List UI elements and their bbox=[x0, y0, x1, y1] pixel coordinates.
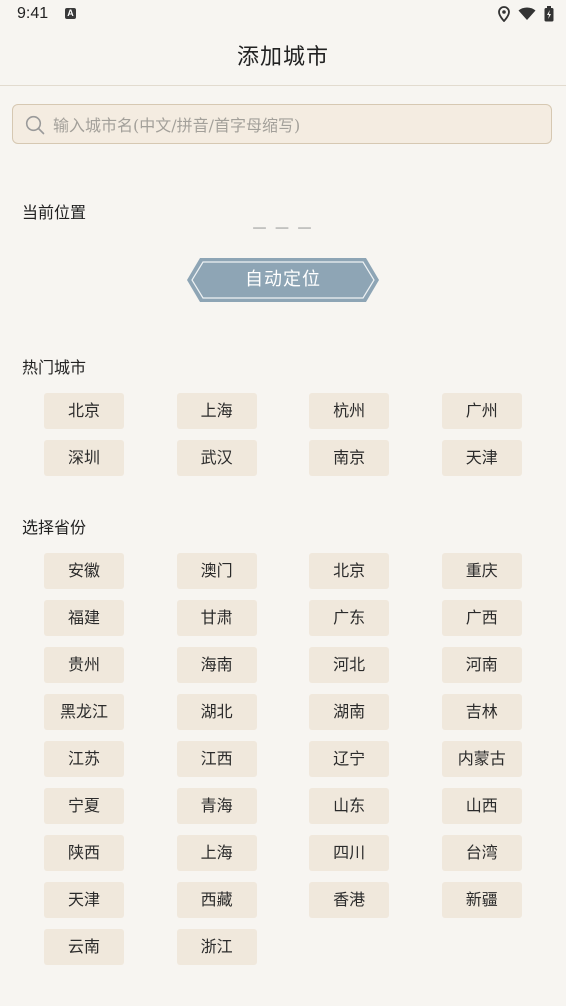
hot-city-chip[interactable]: 广州 bbox=[441, 393, 522, 429]
page-title: 添加城市 bbox=[236, 45, 329, 70]
province-chip[interactable]: 贵州 bbox=[44, 647, 124, 683]
province-chip[interactable]: 内蒙古 bbox=[441, 741, 522, 777]
province-chip[interactable]: 河南 bbox=[441, 647, 522, 683]
hot-city-chip[interactable]: 天津 bbox=[441, 440, 522, 476]
province-chip[interactable]: 山东 bbox=[309, 788, 390, 824]
province-chip[interactable]: 海南 bbox=[176, 647, 257, 683]
province-chip[interactable]: 湖北 bbox=[176, 694, 257, 730]
search-icon bbox=[25, 115, 45, 139]
province-chip[interactable]: 台湾 bbox=[441, 835, 522, 871]
hot-city-chip[interactable]: 武汉 bbox=[176, 440, 257, 476]
auto-locate-label: 自动定位 bbox=[245, 269, 321, 290]
province-chip[interactable]: 安徽 bbox=[44, 553, 124, 589]
auto-locate-button[interactable]: 自动定位 bbox=[186, 257, 380, 303]
province-chip[interactable]: 广西 bbox=[441, 600, 522, 636]
province-chip[interactable]: 甘肃 bbox=[176, 600, 257, 636]
status-bar: 9:41 A bbox=[0, 0, 566, 30]
province-chip[interactable]: 黑龙江 bbox=[44, 694, 124, 730]
province-chip[interactable]: 北京 bbox=[309, 553, 390, 589]
province-chip[interactable]: 辽宁 bbox=[309, 741, 390, 777]
province-chip[interactable]: 澳门 bbox=[176, 553, 257, 589]
province-chip[interactable]: 浙江 bbox=[176, 929, 257, 965]
hot-cities-grid: 北京 上海 杭州 广州深圳 武汉 南京 天津 bbox=[44, 393, 522, 476]
province-chip[interactable]: 新疆 bbox=[441, 882, 522, 918]
province-chip[interactable]: 山西 bbox=[441, 788, 522, 824]
search-input[interactable] bbox=[51, 105, 545, 145]
province-chip[interactable]: 天津 bbox=[44, 882, 124, 918]
hot-cities-title: 热门城市 bbox=[22, 358, 87, 377]
province-chip[interactable]: 云南 bbox=[44, 929, 124, 965]
hot-city-chip[interactable]: 杭州 bbox=[309, 393, 390, 429]
province-chip[interactable]: 重庆 bbox=[441, 553, 522, 589]
province-chip[interactable]: 湖南 bbox=[309, 694, 390, 730]
province-chip[interactable]: 吉林 bbox=[441, 694, 522, 730]
hot-city-chip[interactable]: 上海 bbox=[176, 393, 257, 429]
hot-city-chip[interactable]: 北京 bbox=[44, 393, 124, 429]
status-icons bbox=[498, 6, 554, 22]
province-chip[interactable]: 福建 bbox=[44, 600, 124, 636]
search-bar[interactable] bbox=[12, 104, 552, 145]
province-chip[interactable]: 陕西 bbox=[44, 835, 124, 871]
province-chip[interactable]: 河北 bbox=[309, 647, 390, 683]
province-chip[interactable]: 香港 bbox=[309, 882, 390, 918]
battery-icon bbox=[544, 6, 554, 22]
province-chip[interactable]: 四川 bbox=[309, 835, 390, 871]
provinces-title: 选择省份 bbox=[22, 518, 87, 537]
header: 添加城市 bbox=[0, 30, 566, 86]
province-chip[interactable]: 宁夏 bbox=[44, 788, 124, 824]
provinces-grid: 安徽 澳门 北京 重庆福建 甘肃 广东 广西贵州 海南 河北 河南黑龙江 湖北 湖南 吉林江苏 江西 辽宁 内… bbox=[44, 553, 522, 965]
hot-city-chip[interactable]: 南京 bbox=[309, 440, 390, 476]
province-chip[interactable]: 青海 bbox=[176, 788, 257, 824]
status-time: 9:41 bbox=[17, 5, 49, 22]
province-chip[interactable]: 江苏 bbox=[44, 741, 124, 777]
location-icon bbox=[498, 6, 510, 22]
notification-a-icon: A bbox=[65, 8, 76, 19]
current-location-value: — — — bbox=[252, 220, 314, 236]
province-chip[interactable]: 广东 bbox=[309, 600, 390, 636]
wifi-icon bbox=[518, 7, 536, 21]
province-chip[interactable]: 西藏 bbox=[176, 882, 257, 918]
province-chip[interactable]: 江西 bbox=[176, 741, 257, 777]
province-chip[interactable]: 上海 bbox=[176, 835, 257, 871]
hot-city-chip[interactable]: 深圳 bbox=[44, 440, 124, 476]
